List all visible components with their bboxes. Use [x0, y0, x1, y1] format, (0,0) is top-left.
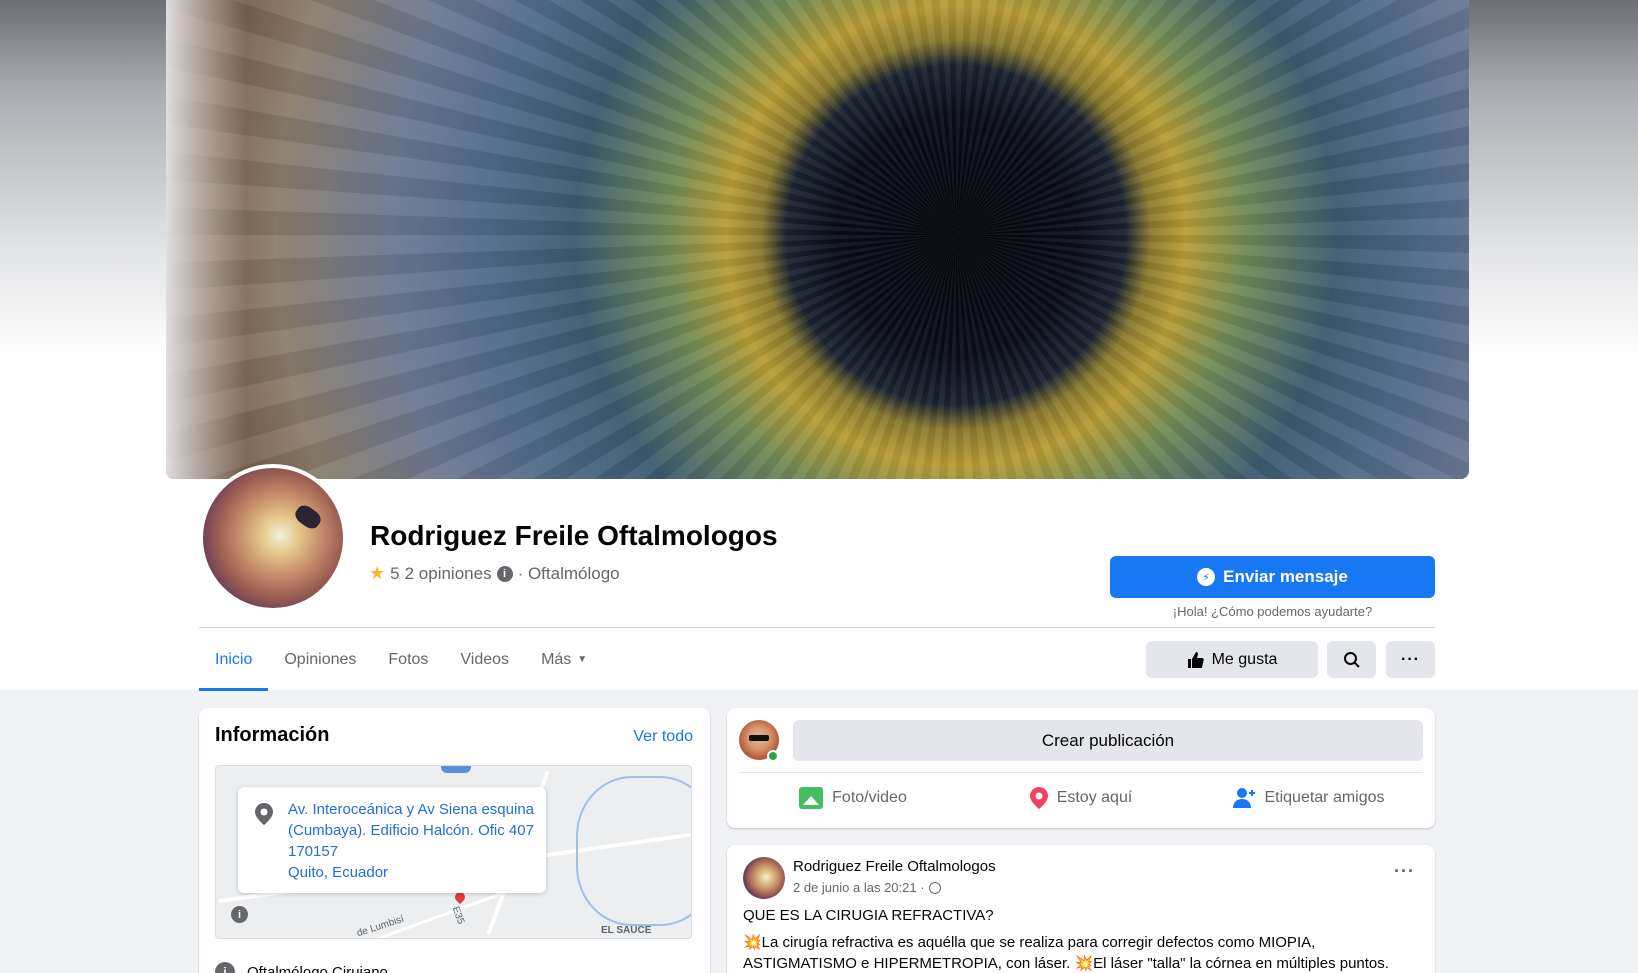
sunglasses-graphic	[749, 735, 769, 741]
search-button[interactable]	[1327, 641, 1376, 678]
like-button[interactable]: Me gusta	[1146, 641, 1318, 678]
tag-friends-label: Etiquetar amigos	[1264, 789, 1385, 806]
location-map[interactable]: Av. Interoceánica y Av Siena esquina (Cu…	[215, 765, 692, 939]
post-author-name[interactable]: Rodriguez Freile Oftalmologos	[793, 858, 996, 875]
see-all-link[interactable]: Ver todo	[633, 728, 693, 746]
post-body: 💥La cirugía refractiva es aquélla que se…	[743, 934, 1389, 972]
rating-value: 5	[390, 563, 400, 583]
tag-friends-button[interactable]: Etiquetar amigos	[1195, 774, 1423, 822]
create-post-card: Crear publicación Foto/video Estoy aquí …	[727, 708, 1435, 828]
reviews-link[interactable]: 2 opiniones	[405, 564, 492, 584]
page-title: Rodriguez Freile Oftalmologos	[370, 520, 778, 551]
address-link[interactable]: Av. Interoceánica y Av Siena esquina (Cu…	[288, 799, 538, 883]
thumbs-up-icon	[1187, 651, 1204, 668]
tab-videos[interactable]: Videos	[444, 628, 525, 691]
message-hint: ¡Hola! ¿Cómo podemos ayudarte?	[1172, 604, 1373, 619]
create-post-input[interactable]: Crear publicación	[793, 720, 1423, 761]
info-icon: i	[215, 962, 235, 973]
post-card: Rodriguez Freile Oftalmologos 2 de junio…	[727, 845, 1435, 973]
category-row: i Oftalmólogo Cirujano	[215, 962, 388, 973]
check-in-label: Estoy aquí	[1056, 789, 1133, 806]
tab-label: Fotos	[388, 650, 429, 668]
online-status-indicator	[767, 750, 779, 762]
location-pin-icon	[1029, 787, 1048, 809]
tab-label: Inicio	[215, 650, 253, 668]
post-meta: 2 de junio a las 20:21 ·	[793, 880, 941, 895]
tab-mas[interactable]: Más ▼	[525, 628, 603, 691]
messenger-icon: ⚡	[1197, 568, 1216, 586]
address-street: Av. Interoceánica y Av Siena esquina (Cu…	[288, 801, 534, 860]
profile-picture-image	[203, 468, 343, 608]
like-label: Me gusta	[1211, 650, 1278, 668]
info-card: Información Ver todo Av. Interoceánica y…	[199, 708, 710, 973]
photo-video-label: Foto/video	[832, 789, 907, 806]
info-icon[interactable]: i	[496, 565, 513, 582]
map-info-icon[interactable]: i	[231, 906, 248, 923]
post-date[interactable]: 2 de junio a las 20:21 ·	[793, 880, 925, 895]
page-profile-picture[interactable]	[199, 464, 347, 612]
tab-label: Opiniones	[284, 650, 357, 668]
caret-down-icon: ▼	[577, 654, 588, 665]
address-city: Quito, Ecuador	[288, 864, 389, 881]
tag-friends-icon	[1233, 788, 1256, 808]
tab-opiniones[interactable]: Opiniones	[268, 628, 372, 691]
globe-icon	[928, 881, 941, 894]
check-in-button[interactable]: Estoy aquí	[967, 774, 1195, 822]
cover-photo[interactable]	[166, 0, 1469, 479]
photo-video-button[interactable]: Foto/video	[739, 774, 967, 822]
post-headline: QUE ES LA CIRUGIA REFRACTIVA?	[743, 907, 994, 924]
post-options-button[interactable]: ···	[1394, 861, 1415, 882]
tab-fotos[interactable]: Fotos	[372, 628, 444, 691]
info-title: Información	[215, 724, 330, 746]
rating-line: ★ 5 2 opiniones i · Oftalmólogo	[369, 563, 620, 584]
post-author-avatar[interactable]	[743, 857, 785, 899]
map-river	[576, 776, 691, 926]
more-options-button[interactable]: ···	[1386, 641, 1435, 678]
composer-actions: Foto/video Estoy aquí Etiquetar amigos	[739, 774, 1423, 822]
page-category: · Oftalmólogo	[517, 563, 620, 583]
tab-inicio[interactable]: Inicio	[199, 628, 269, 691]
photo-icon	[799, 787, 824, 809]
category-text: Oftalmólogo Cirujano	[247, 963, 388, 973]
star-icon: ★	[369, 563, 386, 583]
more-icon: ···	[1401, 650, 1420, 668]
tab-label: Más	[541, 650, 572, 668]
composer-divider	[739, 772, 1423, 773]
location-pin-icon	[255, 803, 273, 825]
send-message-button[interactable]: ⚡ Enviar mensaje	[1110, 556, 1435, 598]
tab-label: Videos	[460, 650, 510, 668]
map-label-sauce: EL SAUCE	[601, 925, 652, 936]
page-tabs: Inicio Opiniones Fotos Videos Más ▼	[199, 628, 603, 691]
search-icon	[1343, 651, 1360, 668]
address-popup: Av. Interoceánica y Av Siena esquina (Cu…	[238, 787, 546, 893]
send-message-label: Enviar mensaje	[1223, 567, 1348, 586]
map-lake	[441, 766, 471, 773]
